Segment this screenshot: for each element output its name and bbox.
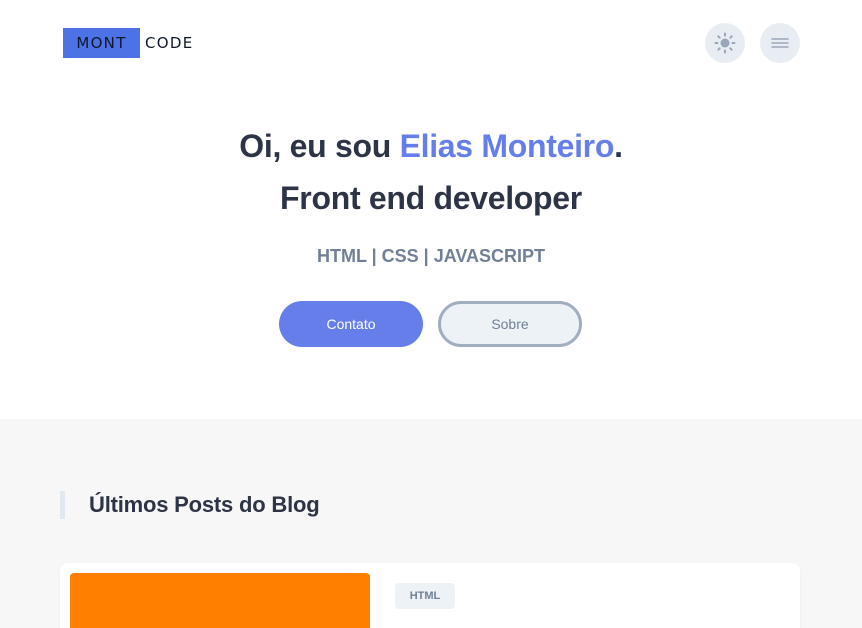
page: MONT CODE Oi, eu sou Elias Monteiro. Fro… bbox=[0, 0, 862, 628]
greeting-text: Oi, eu sou bbox=[239, 128, 400, 164]
blog-title: Últimos Posts do Blog bbox=[89, 492, 320, 517]
sun-icon bbox=[714, 32, 736, 54]
theme-toggle-button[interactable] bbox=[705, 23, 745, 63]
about-button[interactable]: Sobre bbox=[438, 301, 582, 347]
blog-heading: Últimos Posts do Blog bbox=[60, 491, 320, 519]
site-header: MONT CODE bbox=[0, 0, 862, 86]
hero-greeting: Oi, eu sou Elias Monteiro. bbox=[0, 128, 862, 165]
logo[interactable]: MONT CODE bbox=[63, 28, 194, 58]
hamburger-menu-icon bbox=[771, 38, 789, 48]
hero-name: Elias Monteiro bbox=[399, 128, 615, 164]
hero-skills: HTML | CSS | JAVASCRIPT bbox=[316, 246, 546, 266]
hero-section: Oi, eu sou Elias Monteiro. Front end dev… bbox=[0, 86, 862, 419]
hero-role: Front end developer bbox=[280, 180, 582, 216]
post-tag[interactable]: HTML bbox=[395, 583, 455, 609]
contact-button[interactable]: Contato bbox=[279, 301, 423, 347]
logo-mont: MONT bbox=[63, 28, 140, 58]
blog-section: Últimos Posts do Blog HTML bbox=[0, 419, 862, 628]
blog-post-card[interactable]: HTML bbox=[60, 563, 800, 628]
greeting-period: . bbox=[614, 128, 623, 164]
post-thumbnail[interactable] bbox=[70, 573, 370, 628]
menu-button[interactable] bbox=[760, 23, 800, 63]
logo-code: CODE bbox=[145, 34, 194, 52]
